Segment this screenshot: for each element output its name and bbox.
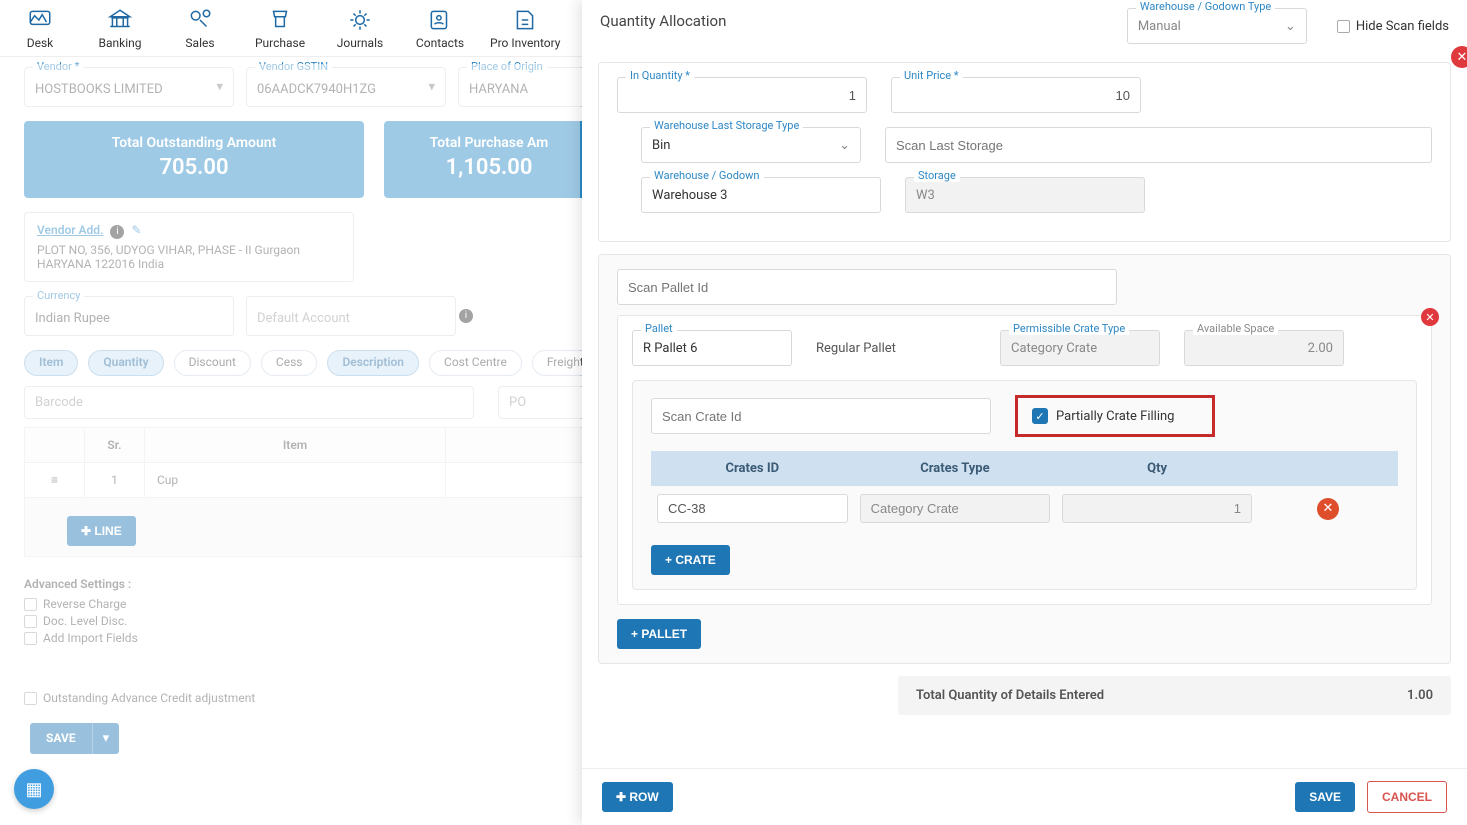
unit-price-input[interactable]: Unit Price * <box>891 77 1141 113</box>
bank-icon <box>106 6 134 34</box>
remove-pallet-icon[interactable]: ✕ <box>1421 308 1439 326</box>
crates-table: Crates ID Crates Type Qty ✕ <box>651 451 1398 531</box>
add-row-button[interactable]: ✚ ROW <box>602 782 673 812</box>
modal-header: Quantity Allocation Warehouse / Godown T… <box>582 0 1467 50</box>
pallet-panel: ✕ Pallet R Pallet 6 Regular Pallet Permi… <box>598 254 1451 664</box>
sales-icon <box>186 6 214 34</box>
modal-body: In Quantity * Unit Price * Warehouse Las… <box>582 50 1467 768</box>
nav-purchase[interactable]: Purchase <box>250 6 310 50</box>
app-launcher-fab[interactable]: ▦ <box>14 769 54 809</box>
col-crates-type: Crates Type <box>854 451 1057 486</box>
warehouse-godown-type-select[interactable]: Warehouse / Godown Type Manual ⌄ <box>1127 8 1307 44</box>
crate-id-input[interactable] <box>657 494 848 523</box>
close-icon[interactable]: ✕ <box>1451 46 1467 68</box>
quantity-allocation-modal: ✕ Quantity Allocation Warehouse / Godown… <box>582 0 1467 825</box>
purchase-icon <box>266 6 294 34</box>
modal-backdrop <box>0 64 580 825</box>
storage-field: Storage W3 <box>905 177 1145 213</box>
modal-cancel-button[interactable]: CANCEL <box>1367 781 1447 813</box>
journals-icon <box>346 6 374 34</box>
nav-contacts[interactable]: Contacts <box>410 6 470 50</box>
crate-inner-panel: ✓ Partially Crate Filling Crates ID Crat… <box>632 380 1417 590</box>
permissible-crate-type-field: Permissible Crate Type Category Crate <box>1000 330 1160 366</box>
scan-last-storage-input[interactable] <box>885 127 1432 163</box>
partially-crate-filling-highlight: ✓ Partially Crate Filling <box>1015 395 1215 437</box>
add-crate-button[interactable]: + CRATE <box>651 545 730 575</box>
desk-icon <box>26 6 54 34</box>
nav-sales[interactable]: Sales <box>170 6 230 50</box>
in-quantity-input[interactable]: In Quantity * <box>617 77 867 113</box>
chevron-down-icon: ⌄ <box>839 138 850 153</box>
chevron-down-icon: ⌄ <box>1285 19 1296 34</box>
nav-journals[interactable]: Journals <box>330 6 390 50</box>
total-qty-bar: Total Quantity of Details Entered 1.00 <box>898 676 1451 715</box>
scan-pallet-input[interactable] <box>617 269 1117 305</box>
modal-title: Quantity Allocation <box>600 12 726 30</box>
hide-scan-fields-checkbox[interactable]: Hide Scan fields <box>1337 19 1449 34</box>
contacts-icon <box>426 6 454 34</box>
pallet-type-label: Regular Pallet <box>816 341 976 356</box>
nav-banking[interactable]: Banking <box>90 6 150 50</box>
modal-save-button[interactable]: SAVE <box>1295 782 1355 812</box>
crate-row: ✕ <box>651 486 1398 531</box>
inventory-icon <box>511 6 539 34</box>
col-crates-qty: Qty <box>1056 451 1258 486</box>
nav-desk[interactable]: Desk <box>10 6 70 50</box>
pallet-subpanel: ✕ Pallet R Pallet 6 Regular Pallet Permi… <box>617 315 1432 605</box>
partially-crate-filling-checkbox[interactable]: ✓ <box>1032 408 1048 424</box>
pallet-id-field[interactable]: Pallet R Pallet 6 <box>632 330 792 366</box>
grid-icon: ▦ <box>25 779 42 800</box>
crate-type-input <box>860 494 1051 523</box>
delete-crate-icon[interactable]: ✕ <box>1317 498 1339 520</box>
nav-proinventory[interactable]: Pro Inventory <box>490 6 560 50</box>
qty-price-panel: In Quantity * Unit Price * Warehouse Las… <box>598 62 1451 242</box>
col-crates-id: Crates ID <box>651 451 854 486</box>
last-storage-type-select[interactable]: Warehouse Last Storage Type Bin ⌄ <box>641 127 861 163</box>
scan-crate-input[interactable] <box>651 398 991 434</box>
available-space-field: Available Space 2.00 <box>1184 330 1344 366</box>
modal-footer: ✚ ROW SAVE CANCEL <box>582 768 1467 825</box>
crate-qty-input <box>1062 494 1252 523</box>
warehouse-field[interactable]: Warehouse / Godown Warehouse 3 <box>641 177 881 213</box>
add-pallet-button[interactable]: + PALLET <box>617 619 701 649</box>
